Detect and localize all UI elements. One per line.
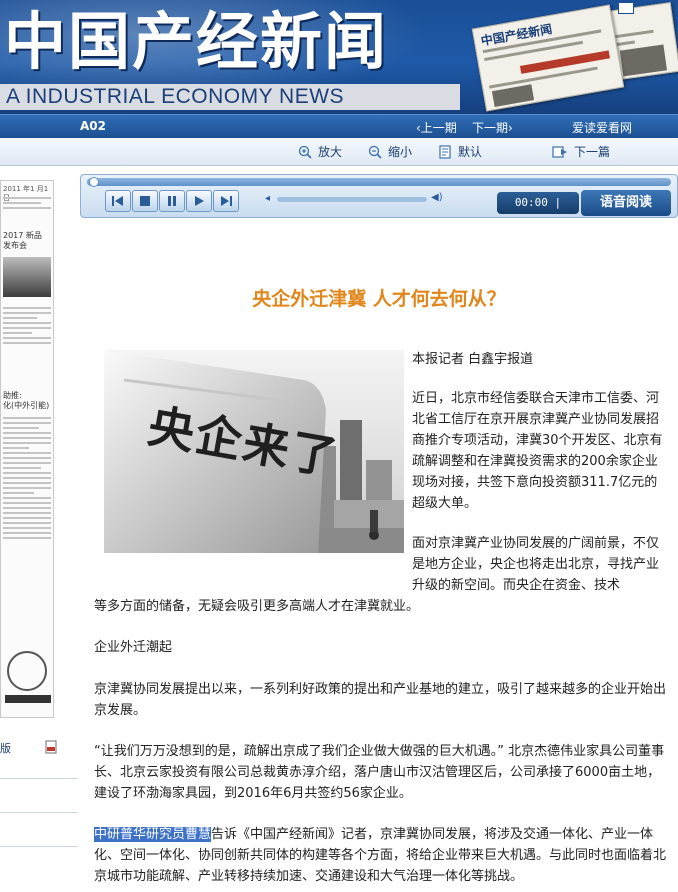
article-byline: 本报记者 白鑫宇报道 bbox=[412, 352, 534, 367]
cisri-logo bbox=[7, 651, 47, 691]
skip-forward-button[interactable] bbox=[213, 190, 239, 212]
article-paragraph-2b: 等多方面的储备，无疑会吸引更多高端人才在津冀就业。 bbox=[94, 599, 420, 614]
thumb-text-block bbox=[3, 417, 51, 542]
left-divider bbox=[0, 812, 78, 813]
highlighted-source: 中研普华研究员曹慧 bbox=[94, 827, 212, 842]
next-article-label: 下一篇 bbox=[574, 145, 611, 159]
view-toolbar: 放大 缩小 默认 下一篇 bbox=[0, 138, 678, 166]
audio-player: ◂ ◀) 00:00 | 00:00 语音阅读 bbox=[80, 174, 678, 231]
next-article-button[interactable]: 下一篇 bbox=[552, 143, 610, 160]
thumb-snippet: 发布会 bbox=[3, 241, 27, 250]
default-size-label: 默认 bbox=[458, 145, 483, 159]
article-paragraph-3: 京津冀协同发展提出以来，一系列利好政策的提出和产业基地的建立，吸引了越来越多的企… bbox=[94, 682, 667, 718]
pause-button[interactable] bbox=[159, 190, 185, 212]
play-icon bbox=[195, 196, 204, 206]
article-headline: 央企外迁津冀 人才何去何从？ bbox=[252, 288, 506, 310]
newspaper-stack-illustration: 新闻 中国产经新闻 bbox=[468, 2, 678, 112]
thumb-photo bbox=[3, 257, 51, 297]
page-number: A02 bbox=[80, 119, 106, 133]
pause-icon bbox=[168, 196, 176, 206]
default-size-button[interactable]: 默认 bbox=[438, 143, 482, 160]
zoom-in-button[interactable]: 放大 bbox=[298, 143, 342, 160]
audio-progress-knob[interactable] bbox=[89, 177, 99, 187]
page-thumbnail[interactable]: 2011 年1 月1 日 2017 新品 发布会 助推: 化(中外引能) bbox=[0, 180, 54, 718]
thumb-snippet: 2017 新品 bbox=[3, 231, 42, 240]
voice-read-button[interactable]: 语音阅读 bbox=[581, 190, 671, 216]
article-paragraph-1: 近日，北京市经信委联合天津市工信委、河北省工信厅在京开展京津冀产业协同发展招商推… bbox=[412, 391, 663, 511]
article-photo: 央企来了 bbox=[104, 350, 404, 553]
skip-forward-icon bbox=[221, 196, 232, 206]
volume-slider[interactable] bbox=[277, 197, 427, 202]
thumb-snippet: 助推: bbox=[3, 391, 22, 400]
thumb-logo-text bbox=[5, 695, 51, 703]
thumb-text-block bbox=[3, 307, 51, 347]
zoom-out-icon bbox=[368, 145, 382, 159]
skip-back-icon bbox=[112, 196, 123, 206]
left-divider bbox=[0, 778, 78, 779]
zoom-in-label: 放大 bbox=[318, 145, 343, 159]
volume-up-icon[interactable]: ◀) bbox=[431, 192, 443, 203]
paper-sheet-front: 中国产经新闻 bbox=[471, 4, 625, 112]
zoom-out-label: 缩小 bbox=[388, 145, 413, 159]
article-paragraph-4: “让我们万万没想到的是，疏解出京成了我们企业做大做强的巨大机遇。” 北京杰德伟业… bbox=[94, 744, 665, 801]
zoom-out-button[interactable]: 缩小 bbox=[368, 143, 412, 160]
volume-down-icon[interactable]: ◂ bbox=[265, 193, 270, 204]
audio-progress-track[interactable] bbox=[87, 178, 671, 186]
aidu-aikan-link[interactable]: 爱读爱看网 bbox=[572, 119, 632, 136]
next-article-icon bbox=[552, 145, 567, 158]
stop-button[interactable] bbox=[132, 190, 158, 212]
pdf-icon[interactable] bbox=[44, 740, 58, 754]
zoom-in-icon bbox=[298, 145, 312, 159]
masthead-banner: 中国产经新闻 A INDUSTRIAL ECONOMY NEWS 新闻 中国产经… bbox=[0, 0, 678, 114]
article-subhead: 企业外迁潮起 bbox=[94, 640, 173, 655]
left-divider bbox=[0, 846, 78, 847]
audio-time-display: 00:00 | 00:00 bbox=[497, 192, 579, 231]
issue-nav-bar: A02 ‹上一期 下一期› 爱读爱看网 bbox=[0, 114, 678, 138]
edition-label: 版 bbox=[0, 742, 11, 755]
prev-issue-link[interactable]: ‹上一期 bbox=[416, 119, 457, 136]
article-paragraph-5: 中研普华研究员曹慧告诉《中国产经新闻》记者，京津冀协同发展，将涉及交通一体化、产… bbox=[94, 824, 666, 887]
thumb-text-block bbox=[3, 197, 51, 212]
play-button[interactable] bbox=[186, 190, 212, 212]
next-issue-link[interactable]: 下一期› bbox=[472, 119, 513, 136]
skip-back-button[interactable] bbox=[105, 190, 131, 212]
document-icon bbox=[439, 144, 451, 159]
thumb-snippet: 化(中外引能) bbox=[3, 401, 50, 410]
newspaper-title-en: A INDUSTRIAL ECONOMY NEWS bbox=[6, 85, 345, 108]
article-paragraph-2a: 面对京津冀产业协同发展的广阔前景，不仅是地方企业，央企也将走出北京，寻找产业升级… bbox=[412, 536, 660, 593]
stop-icon bbox=[140, 196, 150, 206]
envelope-icon bbox=[618, 2, 634, 14]
audio-controls bbox=[105, 190, 245, 214]
newspaper-title-cn: 中国产经新闻 bbox=[4, 5, 389, 78]
